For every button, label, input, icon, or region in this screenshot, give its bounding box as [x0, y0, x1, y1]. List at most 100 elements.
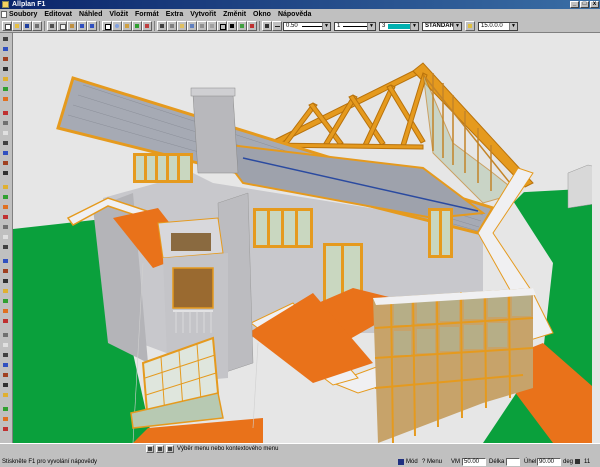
beam-tool-icon[interactable] [1, 371, 11, 380]
chevron-down-icon[interactable]: ▼ [453, 23, 461, 30]
cube-icon[interactable] [207, 21, 217, 31]
length-field[interactable] [506, 458, 520, 466]
pen-thickness-select[interactable]: 0.50 ▼ [283, 22, 331, 31]
chevron-down-icon[interactable]: ▼ [367, 23, 375, 30]
rotate-tool-icon[interactable] [1, 425, 11, 434]
delete-tool-icon[interactable] [1, 233, 11, 242]
circle-tool-icon[interactable] [1, 55, 11, 64]
chevron-down-icon[interactable]: ▼ [410, 23, 418, 30]
roof-tool-icon[interactable] [1, 129, 11, 138]
menu-format[interactable]: Formát [135, 11, 159, 18]
zoom-icon[interactable] [112, 21, 122, 31]
new-file-icon[interactable] [2, 21, 12, 31]
hatch-tool-icon[interactable] [1, 85, 11, 94]
circle-tool-icon[interactable] [1, 267, 11, 276]
animation-icon[interactable] [237, 21, 247, 31]
angle-field[interactable]: 90.00 [537, 458, 561, 466]
3d-viewport[interactable] [13, 33, 600, 443]
menu-zmenit[interactable]: Změnit [223, 11, 246, 18]
menu-soubory[interactable]: Soubory [9, 11, 37, 18]
vm-field[interactable]: 50.00 [462, 458, 486, 466]
door-tool-icon[interactable] [1, 109, 11, 118]
paste-icon[interactable] [67, 21, 77, 31]
document-icon[interactable] [1, 11, 7, 18]
pan-icon[interactable] [122, 21, 132, 31]
cut-icon[interactable] [47, 21, 57, 31]
copy-tool-icon[interactable] [1, 203, 11, 212]
menu-vytvorit[interactable]: Vytvořit [190, 11, 216, 18]
dimension-tool-icon[interactable] [1, 287, 11, 296]
layer-settings-icon[interactable] [465, 21, 475, 31]
menu-nahled[interactable]: Náhled [79, 11, 102, 18]
save-icon[interactable] [22, 21, 32, 31]
menu-vlozit[interactable]: Vložit [109, 11, 128, 18]
slab-tool-icon[interactable] [1, 381, 11, 390]
move-tool-icon[interactable] [1, 405, 11, 414]
color-select[interactable]: 3 ▼ [379, 22, 419, 31]
menu-extra[interactable]: Extra [166, 11, 184, 18]
wall-tool-icon[interactable] [1, 95, 11, 104]
line-type-select[interactable]: 1 ▼ [334, 22, 376, 31]
chevron-down-icon[interactable]: ▼ [509, 23, 517, 30]
color-swatch [388, 24, 410, 29]
open-folder-icon[interactable] [12, 21, 22, 31]
menu-napoveda[interactable]: Nápověda [278, 11, 311, 18]
help-icon[interactable] [247, 21, 257, 31]
ruler-icon[interactable] [177, 21, 187, 31]
door-tool-icon[interactable] [1, 317, 11, 326]
scale-select[interactable]: 15.0.0.0 ▼ [478, 22, 518, 31]
select-icon[interactable] [102, 21, 112, 31]
slab-tool-icon[interactable] [1, 169, 11, 178]
redo-icon[interactable] [87, 21, 97, 31]
grid-icon[interactable] [167, 21, 177, 31]
print-icon[interactable] [32, 21, 42, 31]
stair-tool-icon[interactable] [1, 139, 11, 148]
undo-icon[interactable] [77, 21, 87, 31]
vm-label: VM [451, 459, 460, 465]
menu-okno[interactable]: Okno [253, 11, 271, 18]
mirror-tool-icon[interactable] [1, 223, 11, 232]
maximize-button[interactable]: □ [580, 1, 589, 8]
window-tool-icon[interactable] [1, 119, 11, 128]
chevron-down-icon[interactable]: ▼ [322, 23, 330, 30]
toolbar-separator [99, 21, 100, 31]
angle-unit: deg [563, 459, 574, 465]
layer-icon[interactable] [142, 21, 152, 31]
room-tool-icon[interactable] [1, 391, 11, 400]
regenerate-icon[interactable] [132, 21, 142, 31]
text-tool-icon[interactable] [1, 277, 11, 286]
rotate-tool-icon[interactable] [1, 213, 11, 222]
room-tool-icon[interactable] [1, 183, 11, 192]
rectangle-tool-icon[interactable] [1, 257, 11, 266]
pen-preview-line [302, 26, 322, 27]
window-tool-icon[interactable] [1, 331, 11, 340]
mode-label: Mód [406, 459, 418, 465]
column-tool-icon[interactable] [1, 361, 11, 370]
text-tool-icon[interactable] [1, 65, 11, 74]
rectangle-tool-icon[interactable] [1, 45, 11, 54]
wall-tool-icon[interactable] [1, 307, 11, 316]
hatch-tool-icon[interactable] [1, 297, 11, 306]
beam-tool-icon[interactable] [1, 159, 11, 168]
column-tool-icon[interactable] [1, 149, 11, 158]
layer-select[interactable]: STANDARD ▼ [422, 22, 462, 31]
roof-tool-icon[interactable] [1, 341, 11, 350]
copy-tool-icon[interactable] [1, 415, 11, 424]
angle-label: Úhel [524, 459, 537, 465]
format-properties-icon[interactable] [262, 21, 272, 31]
minimize-button[interactable]: _ [570, 1, 579, 8]
pen-icon[interactable] [272, 21, 282, 31]
window-icon[interactable] [187, 21, 197, 31]
close-button[interactable]: x [590, 1, 599, 8]
line-tool-icon[interactable] [1, 243, 11, 252]
view-3d-icon[interactable] [197, 21, 207, 31]
hidden-line-icon[interactable] [227, 21, 237, 31]
line-tool-icon[interactable] [1, 35, 11, 44]
stair-tool-icon[interactable] [1, 351, 11, 360]
menu-editovat[interactable]: Editovat [44, 11, 72, 18]
calculator-icon[interactable] [157, 21, 167, 31]
wireframe-icon[interactable] [217, 21, 227, 31]
dimension-tool-icon[interactable] [1, 75, 11, 84]
move-tool-icon[interactable] [1, 193, 11, 202]
copy-icon[interactable] [57, 21, 67, 31]
